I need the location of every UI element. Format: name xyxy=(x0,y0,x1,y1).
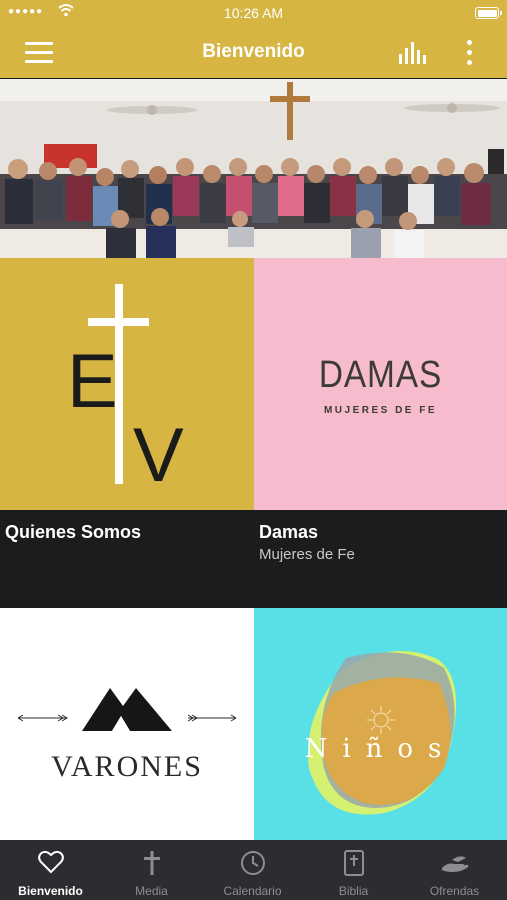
audio-bars-icon[interactable] xyxy=(399,42,429,64)
clock-icon xyxy=(240,851,265,875)
tab-label: Calendario xyxy=(223,884,282,898)
tab-bar: Bienvenido Media Calendario Biblia Ofren… xyxy=(0,840,507,900)
tile-quienes-somos[interactable]: E V Quienes Somos xyxy=(0,258,254,608)
ev-logo-letter-v: V xyxy=(133,413,184,498)
tab-bienvenido[interactable]: Bienvenido xyxy=(0,840,101,900)
ev-logo-letter-e: E xyxy=(67,339,118,424)
tab-calendario[interactable]: Calendario xyxy=(202,840,303,900)
damas-logo-subtitle: MUJERES DE FE xyxy=(323,405,438,416)
ninos-logo-title: Niños xyxy=(304,734,457,764)
status-bar: ●●●●● 10:26 AM xyxy=(0,0,507,28)
mountain-icon xyxy=(17,688,237,731)
tile-ninos[interactable]: Niños xyxy=(254,608,507,840)
tile-caption: Damas Mujeres de Fe xyxy=(254,510,507,608)
tab-label: Ofrendas xyxy=(429,884,480,898)
nav-bar: Bienvenido xyxy=(0,28,507,78)
tile-damas[interactable]: DAMAS MUJERES DE FE Damas Mujeres de Fe xyxy=(254,258,507,608)
tab-label: Bienvenido xyxy=(18,884,83,898)
ninos-logo-blobs xyxy=(307,651,457,815)
tab-label: Biblia xyxy=(338,884,369,898)
cross-icon xyxy=(143,851,160,875)
offering-hand-icon xyxy=(441,856,468,872)
damas-logo-title: DAMAS xyxy=(318,354,443,396)
varones-logo-title: VARONES xyxy=(51,750,203,783)
damas-logo: DAMAS MUJERES DE FE xyxy=(254,258,507,510)
tab-label: Media xyxy=(135,884,168,898)
tab-media[interactable]: Media xyxy=(101,840,202,900)
congregation-photo xyxy=(0,79,507,258)
tile-varones[interactable]: VARONES xyxy=(0,608,254,840)
tile-subtitle: Mujeres de Fe xyxy=(259,546,355,563)
status-time: 10:26 AM xyxy=(223,5,284,21)
more-options-icon[interactable] xyxy=(465,40,475,66)
battery-icon xyxy=(475,7,502,19)
heart-icon xyxy=(37,850,64,874)
ev-logo: E V xyxy=(0,258,254,510)
tile-caption: Quienes Somos xyxy=(0,510,254,608)
tile-title: Damas xyxy=(259,522,319,542)
tile-title: Quienes Somos xyxy=(5,522,142,542)
bible-icon xyxy=(343,850,364,876)
page-title: Bienvenido xyxy=(202,41,305,62)
tab-ofrendas[interactable]: Ofrendas xyxy=(404,840,505,900)
tab-biblia[interactable]: Biblia xyxy=(303,840,404,900)
